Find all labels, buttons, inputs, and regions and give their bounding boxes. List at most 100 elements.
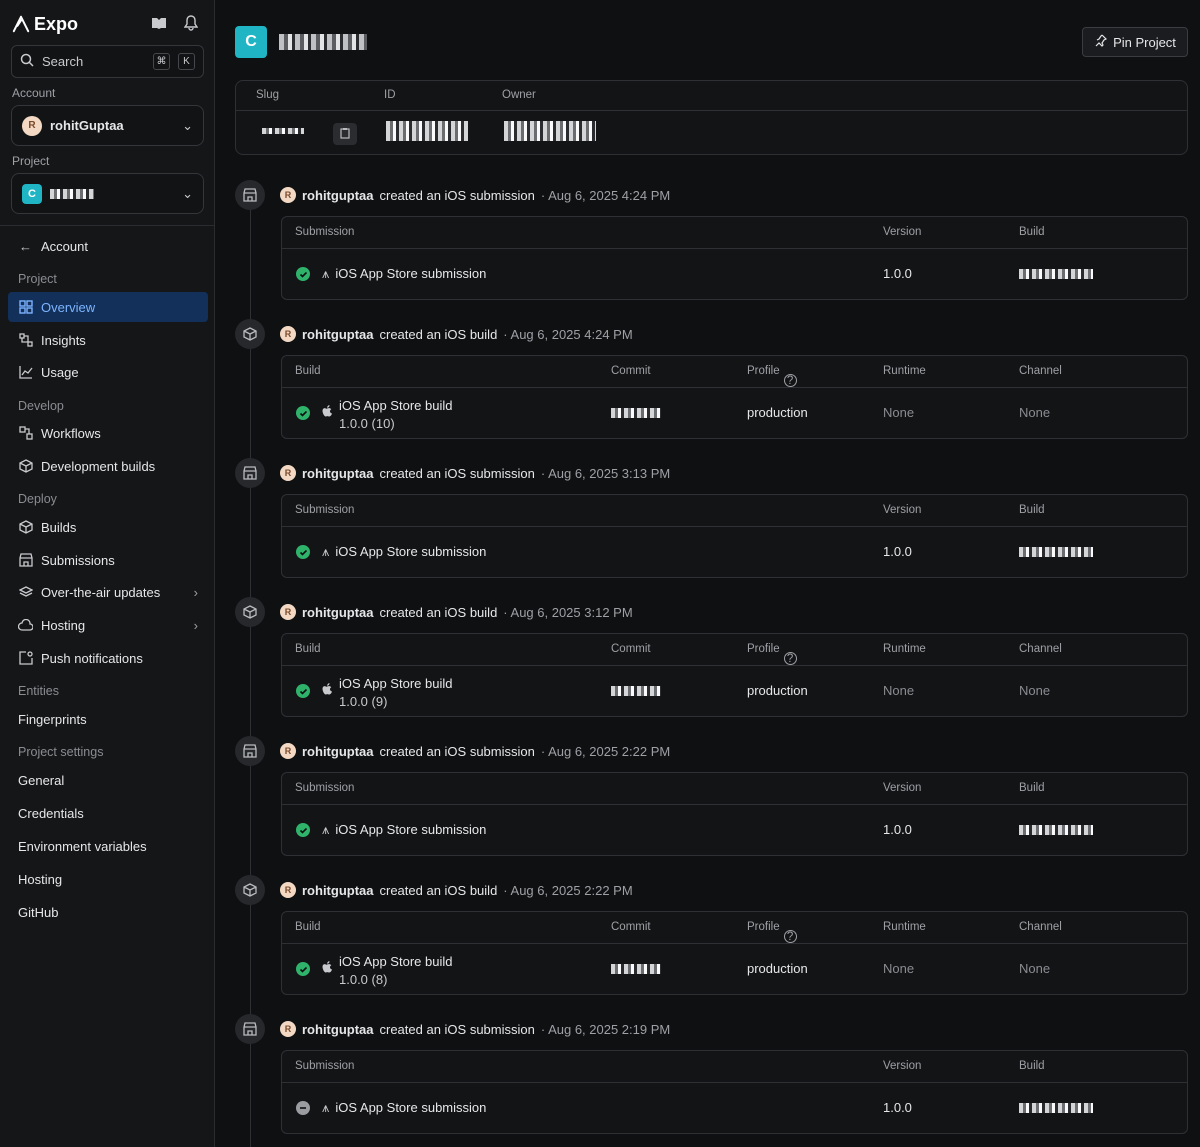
- success-check-icon: [296, 267, 310, 281]
- account-selector[interactable]: R rohitGuptaa ⌄: [11, 105, 204, 146]
- sidebar-item-label: Builds: [41, 519, 77, 535]
- back-to-account[interactable]: ← Account: [8, 231, 208, 261]
- avatar: R: [280, 743, 296, 759]
- submission-card[interactable]: Submission Version Build ⩚ iOS App Store sub…: [281, 1050, 1188, 1134]
- col-channel: Channel: [1019, 365, 1062, 377]
- sidebar-item-fingerprints[interactable]: Fingerprints: [18, 712, 87, 727]
- submission-card[interactable]: Submission Version Build ⩚ iOS App Store sub…: [281, 494, 1188, 578]
- submission-card[interactable]: Submission Version Build ⩚ iOS App Store sub…: [281, 216, 1188, 300]
- activity-summary: Rrohitguptaa created an iOS build · Aug 6,…: [280, 882, 633, 898]
- activity-user[interactable]: rohitguptaa: [302, 327, 374, 342]
- kbd-k: K: [178, 53, 195, 70]
- build-title: iOS App Store build 1.0.0 (10): [339, 398, 453, 431]
- build-runtime: None: [883, 961, 915, 976]
- build-card[interactable]: Build Commit Profile? Runtime Channel iOS App…: [281, 911, 1188, 995]
- app-store-icon: ⩚: [322, 266, 330, 281]
- activity-user[interactable]: rohitguptaa: [302, 883, 374, 898]
- docs-icon[interactable]: [150, 14, 168, 32]
- sidebar-item-label: Usage: [41, 364, 79, 380]
- project-selector[interactable]: C ⌄: [11, 173, 204, 214]
- clipboard-icon: [340, 127, 350, 142]
- avatar: R: [280, 326, 296, 342]
- avatar: R: [280, 465, 296, 481]
- activity-user[interactable]: rohitguptaa: [302, 1022, 374, 1037]
- help-icon[interactable]: ?: [783, 652, 797, 665]
- sidebar-item-hosting[interactable]: Hosting ›: [8, 610, 208, 640]
- sidebar-item-workflows[interactable]: Workflows: [8, 418, 208, 448]
- chevron-right-icon: ›: [193, 617, 198, 633]
- expo-icon: [12, 15, 30, 33]
- sidebar-item-environment-variables[interactable]: Environment variables: [18, 839, 147, 854]
- activity-summary: Rrohitguptaa created an iOS build · Aug 6,…: [280, 326, 633, 342]
- activity-summary: Rrohitguptaa created an iOS submission · A…: [280, 187, 670, 203]
- col-profile: Profile?: [747, 643, 797, 665]
- col-version: Version: [883, 226, 922, 238]
- activity-user[interactable]: rohitguptaa: [302, 605, 374, 620]
- build-card[interactable]: Build Commit Profile? Runtime Channel iOS App…: [281, 633, 1188, 717]
- build-version: 1.0.0 (8): [339, 972, 388, 987]
- col-build: Build: [295, 365, 321, 377]
- cube-icon: [18, 459, 33, 474]
- success-check-icon: [296, 962, 310, 976]
- sidebar-item-usage[interactable]: Usage: [8, 357, 208, 387]
- layers-icon: [18, 585, 33, 600]
- col-commit: Commit: [611, 643, 651, 655]
- commit-redacted: [611, 964, 661, 974]
- id-value-redacted: [386, 121, 468, 141]
- sidebar-item-builds[interactable]: Builds: [8, 512, 208, 542]
- submission-card[interactable]: Submission Version Build ⩚ iOS App Store sub…: [281, 772, 1188, 856]
- success-check-icon: [296, 823, 310, 837]
- apple-icon-wrap: [322, 405, 339, 420]
- build-activity-icon: [235, 597, 265, 627]
- build-channel: None: [1019, 405, 1051, 420]
- activity-time: · Aug 6, 2025 4:24 PM: [503, 326, 633, 342]
- account-name: rohitGuptaa: [50, 118, 124, 133]
- sidebar-item-credentials[interactable]: Credentials: [18, 806, 84, 821]
- pin-project-button[interactable]: Pin Project: [1082, 27, 1188, 57]
- sidebar-item-push-notifications[interactable]: Push notifications: [8, 643, 208, 673]
- search-input[interactable]: Search ⌘ K: [11, 45, 204, 78]
- submission-activity-icon: [235, 1014, 265, 1044]
- col-channel: Channel: [1019, 921, 1062, 933]
- account-label: Account: [12, 86, 56, 100]
- activity-user[interactable]: rohitguptaa: [302, 188, 374, 203]
- project-header: C: [235, 26, 367, 58]
- submission-title: ⩚ iOS App Store submission: [322, 544, 487, 559]
- chevron-down-icon: ⌄: [182, 117, 193, 133]
- col-build: Build: [295, 921, 321, 933]
- sidebar-item-general[interactable]: General: [18, 773, 64, 788]
- build-card[interactable]: Build Commit Profile? Runtime Channel iOS App…: [281, 355, 1188, 439]
- sidebar-item-label: Submissions: [41, 552, 115, 568]
- sidebar: Expo Search ⌘ K Account R rohitGuptaa ⌄ …: [0, 0, 215, 1147]
- col-version: Version: [883, 1060, 922, 1072]
- help-icon[interactable]: ?: [783, 930, 797, 943]
- activity-summary: Rrohitguptaa created an iOS submission · A…: [280, 465, 670, 481]
- sidebar-item-insights[interactable]: Insights: [8, 325, 208, 355]
- activity-user[interactable]: rohitguptaa: [302, 744, 374, 759]
- submission-version: 1.0.0: [883, 1100, 912, 1115]
- activity-time: · Aug 6, 2025 2:22 PM: [503, 882, 633, 898]
- commit-redacted: [611, 408, 661, 418]
- apple-icon-wrap: [322, 683, 339, 698]
- back-label: Account: [41, 238, 88, 254]
- sidebar-item-label: Hosting: [41, 617, 86, 633]
- expo-logo[interactable]: Expo: [12, 12, 78, 36]
- submission-version: 1.0.0: [883, 822, 912, 837]
- kbd-cmd: ⌘: [153, 53, 170, 70]
- sidebar-item-ota-updates[interactable]: Over-the-air updates ›: [8, 577, 208, 607]
- store-icon: [18, 553, 33, 568]
- success-check-icon: [296, 406, 310, 420]
- sidebar-item-hosting-settings[interactable]: Hosting: [18, 872, 62, 887]
- bell-icon[interactable]: [182, 14, 200, 32]
- activity-user[interactable]: rohitguptaa: [302, 466, 374, 481]
- sidebar-item-submissions[interactable]: Submissions: [8, 545, 208, 575]
- sidebar-item-development-builds[interactable]: Development builds: [8, 451, 208, 481]
- activity-time: · Aug 6, 2025 3:13 PM: [540, 465, 671, 481]
- meta-owner-header: Owner: [502, 89, 536, 101]
- arrow-left-icon: ←: [19, 238, 32, 254]
- sidebar-item-overview[interactable]: Overview: [8, 292, 208, 322]
- copy-slug-button[interactable]: [333, 123, 357, 145]
- help-icon[interactable]: ?: [783, 374, 797, 387]
- sidebar-item-github[interactable]: GitHub: [18, 905, 58, 920]
- col-submission: Submission: [295, 226, 355, 238]
